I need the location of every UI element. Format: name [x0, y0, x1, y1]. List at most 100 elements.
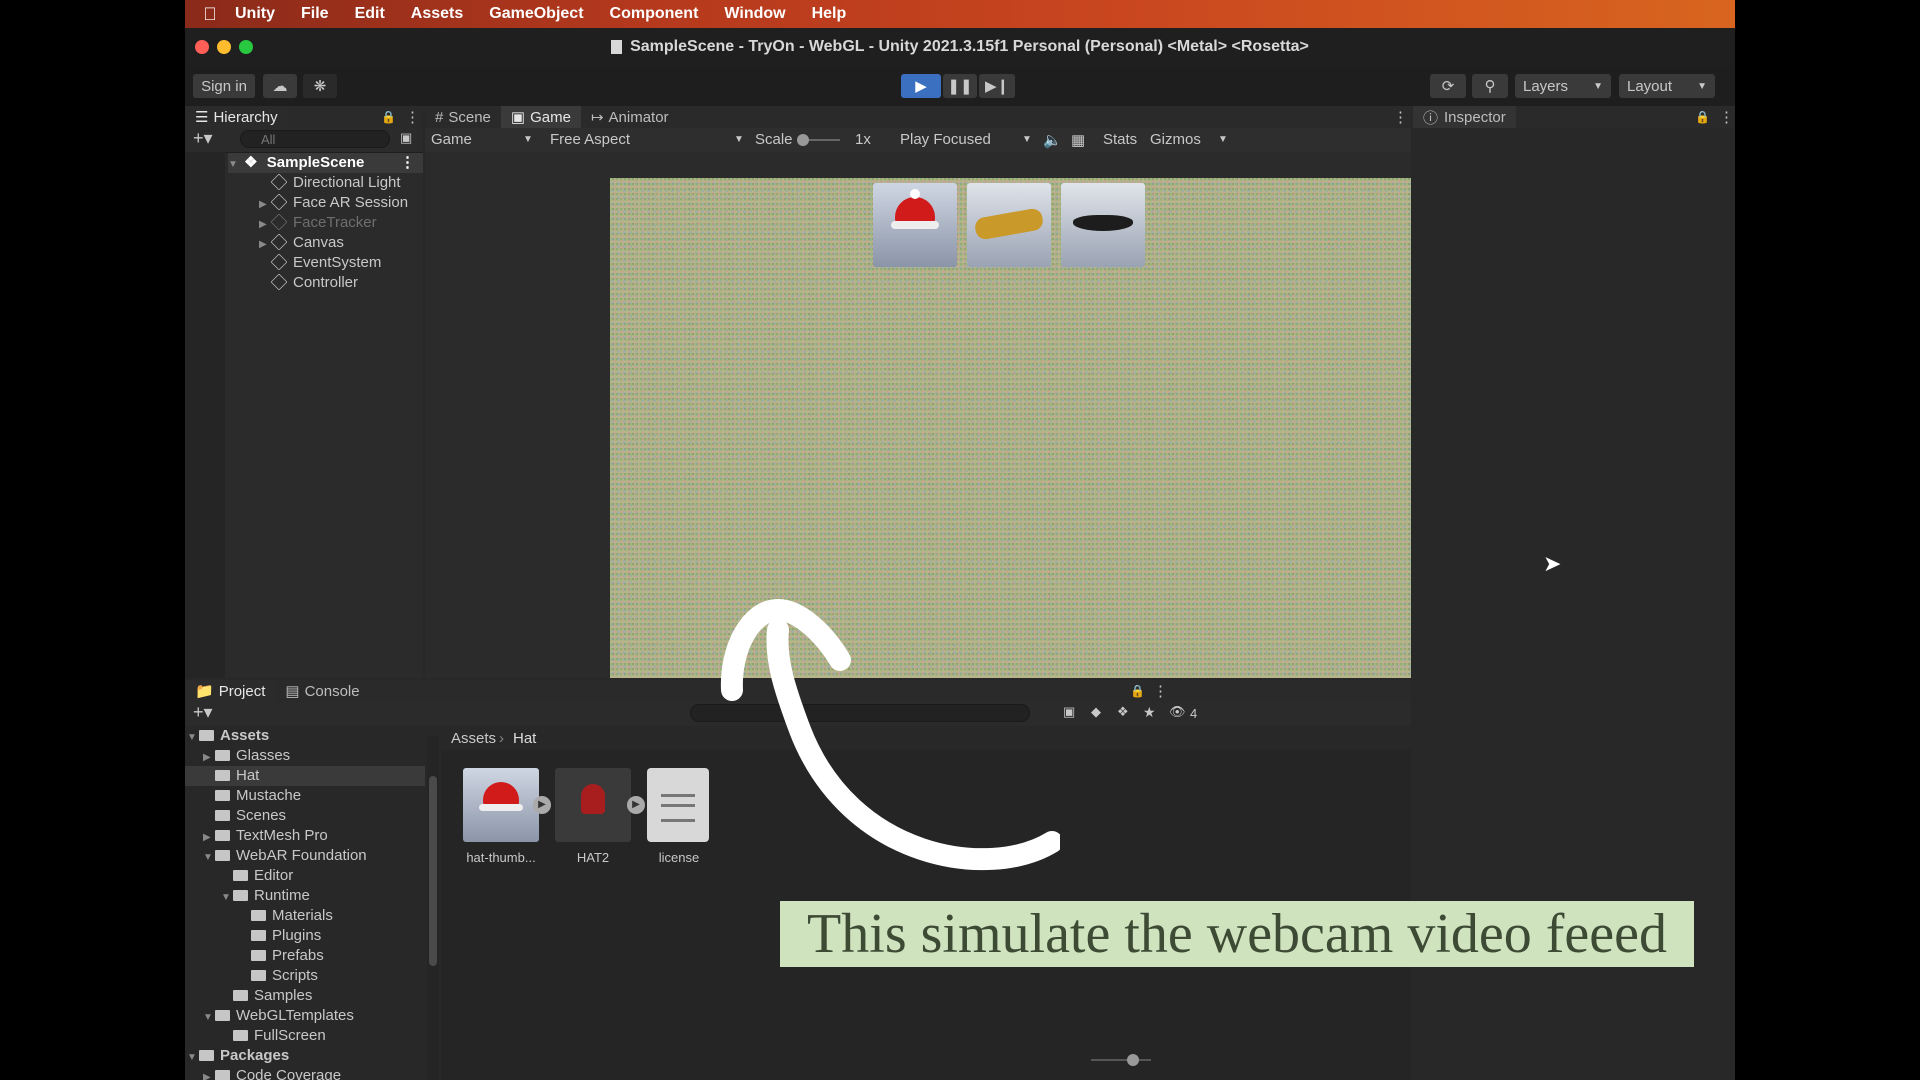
tree-item[interactable]: ▶ Glasses	[203, 746, 290, 766]
tree-item[interactable]: Scenes	[203, 806, 286, 826]
tree-item[interactable]: Mustache	[203, 786, 301, 806]
layout-dropdown[interactable]: Layout ▼	[1619, 74, 1715, 98]
tag-icon[interactable]: ❖	[1117, 704, 1129, 720]
hat-option-button[interactable]	[873, 183, 957, 267]
collab-icon[interactable]: ❋	[303, 74, 337, 98]
hierarchy-item[interactable]: Directional Light	[259, 173, 401, 193]
kebab-menu-icon[interactable]: ⋮	[400, 153, 415, 173]
add-icon[interactable]: +▾	[193, 702, 213, 723]
sign-in-button[interactable]: Sign in	[193, 74, 255, 98]
minimize-window-button[interactable]	[217, 40, 231, 54]
breadcrumb-hat[interactable]: Hat	[513, 730, 536, 747]
lock-icon[interactable]: 🔒	[1695, 110, 1710, 124]
menu-gameobject[interactable]: GameObject	[489, 5, 583, 23]
tree-scrollbar[interactable]	[427, 736, 439, 1080]
expand-prefab-icon[interactable]: ▶	[627, 796, 645, 814]
play-button[interactable]: ▶	[901, 74, 941, 98]
kebab-menu-icon[interactable]: ⋮	[1719, 108, 1734, 126]
hierarchy-scene-row[interactable]: ▼ ❖ SampleScene ⋮	[228, 153, 423, 173]
menu-component[interactable]: Component	[610, 5, 699, 23]
tab-scene[interactable]: # Scene	[425, 106, 501, 128]
shortcuts-icon[interactable]: ▦	[1071, 131, 1085, 149]
hierarchy-item[interactable]: ▶ Face AR Session	[259, 193, 408, 213]
search-by-label-icon[interactable]: ◆	[1091, 704, 1101, 720]
expand-prefab-icon[interactable]: ▶	[533, 796, 551, 814]
tree-item[interactable]: ▶ Code Coverage	[203, 1066, 341, 1080]
tree-scrollbar-thumb[interactable]	[429, 776, 437, 966]
menu-assets[interactable]: Assets	[411, 5, 463, 23]
tree-item[interactable]: ▶ TextMesh Pro	[203, 826, 328, 846]
tree-item[interactable]: ▼ Runtime	[221, 886, 310, 906]
tree-item[interactable]: Prefabs	[239, 946, 324, 966]
hierarchy-item[interactable]: ▶ FaceTracker	[259, 213, 377, 233]
step-button[interactable]: ▶❙	[979, 74, 1015, 98]
stats-button[interactable]: Stats	[1103, 131, 1137, 148]
kebab-menu-icon[interactable]: ⋮	[1393, 108, 1408, 126]
tab-hierarchy[interactable]: ☰ Hierarchy	[185, 106, 288, 128]
play-mode-dropdown[interactable]: Play Focused ▼	[900, 131, 1032, 148]
close-window-button[interactable]	[195, 40, 209, 54]
menu-edit[interactable]: Edit	[355, 5, 385, 23]
tree-item[interactable]: ▼ WebAR Foundation	[203, 846, 367, 866]
tab-console[interactable]: ▤ Console	[275, 680, 369, 702]
lock-icon[interactable]: 🔒	[1130, 684, 1145, 698]
tab-inspector[interactable]: ⓘ Inspector	[1413, 106, 1516, 128]
menu-app-unity[interactable]: Unity	[235, 5, 275, 23]
mustache-option-button[interactable]	[1061, 183, 1145, 267]
tree-item[interactable]: Materials	[239, 906, 333, 926]
tree-item-selected[interactable]: Hat	[185, 766, 425, 786]
tab-project[interactable]: 📁 Project	[185, 680, 276, 702]
hierarchy-item[interactable]: Controller	[259, 273, 358, 293]
expand-arrow-icon[interactable]: ▼	[228, 155, 240, 175]
glasses-option-button[interactable]	[967, 183, 1051, 267]
layers-dropdown[interactable]: Layers ▼	[1515, 74, 1611, 98]
menu-window[interactable]: Window	[724, 5, 785, 23]
breadcrumb-assets[interactable]: Assets	[451, 730, 496, 747]
hierarchy-search-input[interactable]	[240, 130, 390, 148]
tree-item[interactable]: ▼ Packages	[187, 1046, 289, 1066]
undo-history-icon[interactable]: ⟳	[1430, 74, 1466, 98]
display-dropdown[interactable]: Game ▼	[431, 131, 533, 148]
expand-arrow-icon[interactable]: ▶	[259, 195, 271, 215]
pause-button[interactable]: ❚❚	[943, 74, 977, 98]
scale-slider-handle[interactable]	[797, 134, 809, 146]
tree-item[interactable]: FullScreen	[221, 1026, 326, 1046]
hidden-packages-eye-icon[interactable]: 👁	[1169, 704, 1186, 720]
tab-animator[interactable]: ↦ Animator	[581, 106, 679, 128]
tab-game[interactable]: ▣ Game	[500, 106, 581, 128]
asset-hat2[interactable]	[555, 768, 631, 842]
tree-item[interactable]: Editor	[221, 866, 293, 886]
thumbnail-size-slider-handle[interactable]	[1127, 1054, 1139, 1066]
hierarchy-item[interactable]: ▶ Canvas	[259, 233, 344, 253]
expand-arrow-icon[interactable]: ▶	[259, 215, 271, 235]
mute-audio-icon[interactable]: 🔈	[1043, 131, 1062, 149]
tree-item[interactable]: Samples	[221, 986, 312, 1006]
kebab-menu-icon[interactable]: ⋮	[405, 108, 420, 126]
menu-file[interactable]: File	[301, 5, 329, 23]
hat-model-icon	[581, 784, 605, 814]
aspect-dropdown[interactable]: Free Aspect ▼	[550, 131, 744, 148]
expand-arrow-icon[interactable]: ▶	[259, 235, 271, 255]
scene-visibility-icon[interactable]: ▣	[400, 130, 412, 146]
menu-help[interactable]: Help	[812, 5, 847, 23]
search-icon[interactable]: ⚲	[1472, 74, 1508, 98]
cloud-icon[interactable]: ☁	[263, 74, 297, 98]
zoom-window-button[interactable]	[239, 40, 253, 54]
tree-item[interactable]: ▼ WebGLTemplates	[203, 1006, 354, 1026]
folder-icon	[233, 1030, 248, 1041]
search-by-type-icon[interactable]: ▣	[1063, 704, 1075, 720]
tree-item[interactable]: ▼ Assets	[187, 726, 269, 746]
add-icon[interactable]: +▾	[193, 128, 213, 149]
tree-item[interactable]: Plugins	[239, 926, 321, 946]
hierarchy-toolbar: +▾ ▣	[185, 128, 423, 153]
hierarchy-item[interactable]: EventSystem	[259, 253, 381, 273]
apple-icon[interactable]: 	[185, 4, 235, 25]
thumbnail-size-slider[interactable]	[1091, 1059, 1151, 1061]
asset-hat-thumb[interactable]	[463, 768, 539, 842]
scale-label: Scale	[755, 131, 793, 148]
gizmos-dropdown[interactable]: Gizmos ▼	[1150, 131, 1228, 148]
lock-icon[interactable]: 🔒	[381, 110, 396, 124]
kebab-menu-icon[interactable]: ⋮	[1153, 682, 1168, 700]
favorite-star-icon[interactable]: ★	[1143, 704, 1156, 721]
tree-item[interactable]: Scripts	[239, 966, 318, 986]
